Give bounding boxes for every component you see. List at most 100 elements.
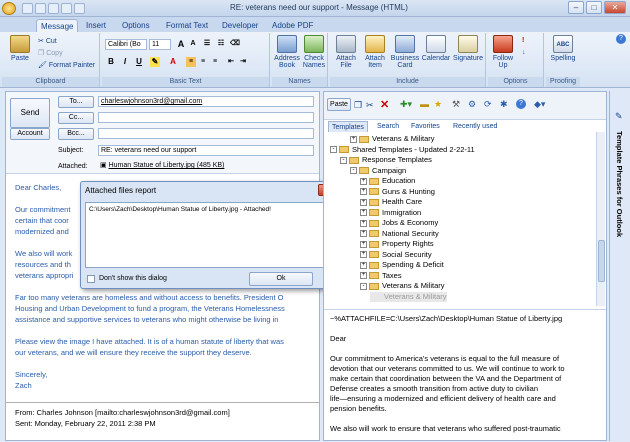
tree-node[interactable]: + Education <box>360 176 415 186</box>
font-color-icon[interactable]: A <box>168 57 178 67</box>
clear-format-icon[interactable]: ⌫ <box>230 39 240 49</box>
address-book-button[interactable]: Address Book <box>274 35 300 69</box>
tools-icon[interactable]: ⚒ <box>452 99 460 110</box>
tree-node[interactable]: + Spending & Deficit <box>360 260 444 270</box>
tree-node[interactable]: - Shared Templates - Updated 2-22-11 <box>330 145 475 155</box>
cc-button[interactable]: Cc... <box>58 112 94 124</box>
align-center-icon[interactable]: ≡ <box>198 57 208 67</box>
tab-options[interactable]: Options <box>118 19 154 32</box>
tab-format-text[interactable]: Format Text <box>162 19 212 32</box>
tree-node[interactable]: + Property Rights <box>360 239 434 249</box>
tree-node[interactable]: - Response Templates <box>340 155 432 165</box>
font-size-select[interactable]: 11 <box>149 39 171 50</box>
pane-help-icon[interactable]: ? <box>516 99 526 109</box>
dont-show-checkbox[interactable] <box>87 275 95 283</box>
copy-button[interactable]: ❐ Copy <box>38 49 63 57</box>
tree-scrollbar[interactable] <box>596 132 605 306</box>
bcc-field[interactable] <box>98 128 314 139</box>
bullets-icon[interactable]: ☰ <box>202 39 212 49</box>
align-right-icon[interactable]: ≡ <box>210 57 220 67</box>
high-importance-icon[interactable]: ! <box>522 37 524 44</box>
up-arrow-icon[interactable] <box>61 3 72 14</box>
tree-node[interactable]: + Veterans & Military <box>350 134 435 144</box>
grow-font-icon[interactable]: A <box>176 39 186 49</box>
tree-node[interactable]: + Guns & Hunting <box>360 187 435 197</box>
cut-button[interactable]: ✂ Cut <box>38 37 57 45</box>
expand-icon[interactable]: + <box>360 188 367 196</box>
bold-button[interactable]: B <box>106 57 116 67</box>
attach-file-button[interactable]: Attach File <box>332 35 360 69</box>
close-button[interactable]: ✕ <box>604 1 626 14</box>
folder-icon[interactable]: ▬ <box>420 99 429 109</box>
collapse-icon[interactable]: - <box>350 167 357 175</box>
tab-recently-used[interactable]: Recently used <box>450 121 500 132</box>
tab-favorites[interactable]: Favorites <box>408 121 443 132</box>
tree-node[interactable]: Veterans & Military <box>370 291 447 302</box>
expand-icon[interactable]: + <box>360 240 367 248</box>
underline-button[interactable]: U <box>134 57 144 67</box>
bcc-button[interactable]: Bcc... <box>58 128 94 140</box>
expand-icon[interactable]: + <box>360 177 367 185</box>
expand-icon[interactable]: + <box>360 251 367 259</box>
info-icon[interactable]: ◆▾ <box>534 99 545 110</box>
collapse-icon[interactable]: - <box>340 156 347 164</box>
account-button[interactable]: Account <box>10 128 50 140</box>
expand-icon[interactable]: + <box>360 209 367 217</box>
pane-icon[interactable]: ✎ <box>615 111 623 122</box>
attachment-link[interactable]: Human Statue of Liberty.jpg (485 KB) <box>109 162 225 169</box>
help-icon[interactable]: ? <box>616 34 626 44</box>
format-painter-button[interactable]: 🖌 Format Painter <box>38 61 95 69</box>
tree-node[interactable]: - Veterans & Military <box>360 281 445 291</box>
tree-node[interactable]: + Social Security <box>360 250 432 260</box>
maximize-button[interactable]: □ <box>586 1 602 14</box>
tab-templates[interactable]: Templates <box>328 121 368 132</box>
business-card-button[interactable]: Business Card <box>390 35 420 69</box>
font-select[interactable]: Calibri (Bo <box>105 39 147 50</box>
increase-indent-icon[interactable]: ⇥ <box>238 57 248 67</box>
down-arrow-icon[interactable] <box>74 3 85 14</box>
add-icon[interactable]: ✚▾ <box>400 99 412 110</box>
redo-icon[interactable] <box>48 3 59 14</box>
undo-icon[interactable] <box>35 3 46 14</box>
tree-node[interactable]: + Jobs & Economy <box>360 218 438 228</box>
low-importance-icon[interactable]: ↓ <box>522 49 526 56</box>
signature-button[interactable]: Signature <box>452 35 484 62</box>
spelling-button[interactable]: ABC Spelling <box>548 35 578 62</box>
tree-node[interactable]: - Campaign <box>350 166 406 176</box>
numbering-icon[interactable]: ☷ <box>216 39 226 49</box>
tab-message[interactable]: Message <box>36 19 79 32</box>
decrease-indent-icon[interactable]: ⇤ <box>226 57 236 67</box>
attached-field[interactable]: ▣ Human Statue of Liberty.jpg (485 KB) <box>98 161 314 172</box>
paste-button[interactable]: Paste <box>6 35 34 62</box>
tab-developer[interactable]: Developer <box>218 19 262 32</box>
cut-icon[interactable]: ✂ <box>366 100 374 111</box>
follow-up-button[interactable]: Follow Up <box>490 35 516 69</box>
tab-insert[interactable]: Insert <box>82 19 110 32</box>
tab-search[interactable]: Search <box>374 121 402 132</box>
office-button[interactable] <box>2 2 16 15</box>
settings-icon[interactable]: ✱ <box>500 99 508 110</box>
expand-icon[interactable]: + <box>360 219 367 227</box>
tree-node[interactable]: + Health Care <box>360 197 422 207</box>
subject-field[interactable]: RE: veterans need our support <box>98 145 314 156</box>
to-field[interactable]: charleswjohnson3rd@gmail.com <box>98 96 314 107</box>
delete-icon[interactable]: ✕ <box>380 98 389 111</box>
expand-icon[interactable]: + <box>360 198 367 206</box>
gear-icon[interactable]: ⚙ <box>468 99 476 110</box>
collapse-icon[interactable]: - <box>330 146 337 154</box>
save-icon[interactable] <box>22 3 33 14</box>
ok-button[interactable]: Ok <box>249 272 313 286</box>
tab-adobe-pdf[interactable]: Adobe PDF <box>268 19 317 32</box>
send-button[interactable]: Send <box>10 98 50 128</box>
calendar-button[interactable]: Calendar <box>421 35 451 62</box>
expand-icon[interactable]: + <box>360 272 367 280</box>
shrink-font-icon[interactable]: A <box>188 39 198 49</box>
tree-node[interactable]: + Taxes <box>360 271 402 281</box>
to-button[interactable]: To... <box>58 96 94 108</box>
italic-button[interactable]: I <box>120 57 130 67</box>
copy-icon[interactable]: ❐ <box>354 100 362 111</box>
favorite-star-icon[interactable]: ★ <box>434 99 442 110</box>
check-names-button[interactable]: Check Names <box>301 35 327 69</box>
tree-node[interactable]: + Immigration <box>360 208 421 218</box>
tree-node[interactable]: + National Security <box>360 229 439 239</box>
